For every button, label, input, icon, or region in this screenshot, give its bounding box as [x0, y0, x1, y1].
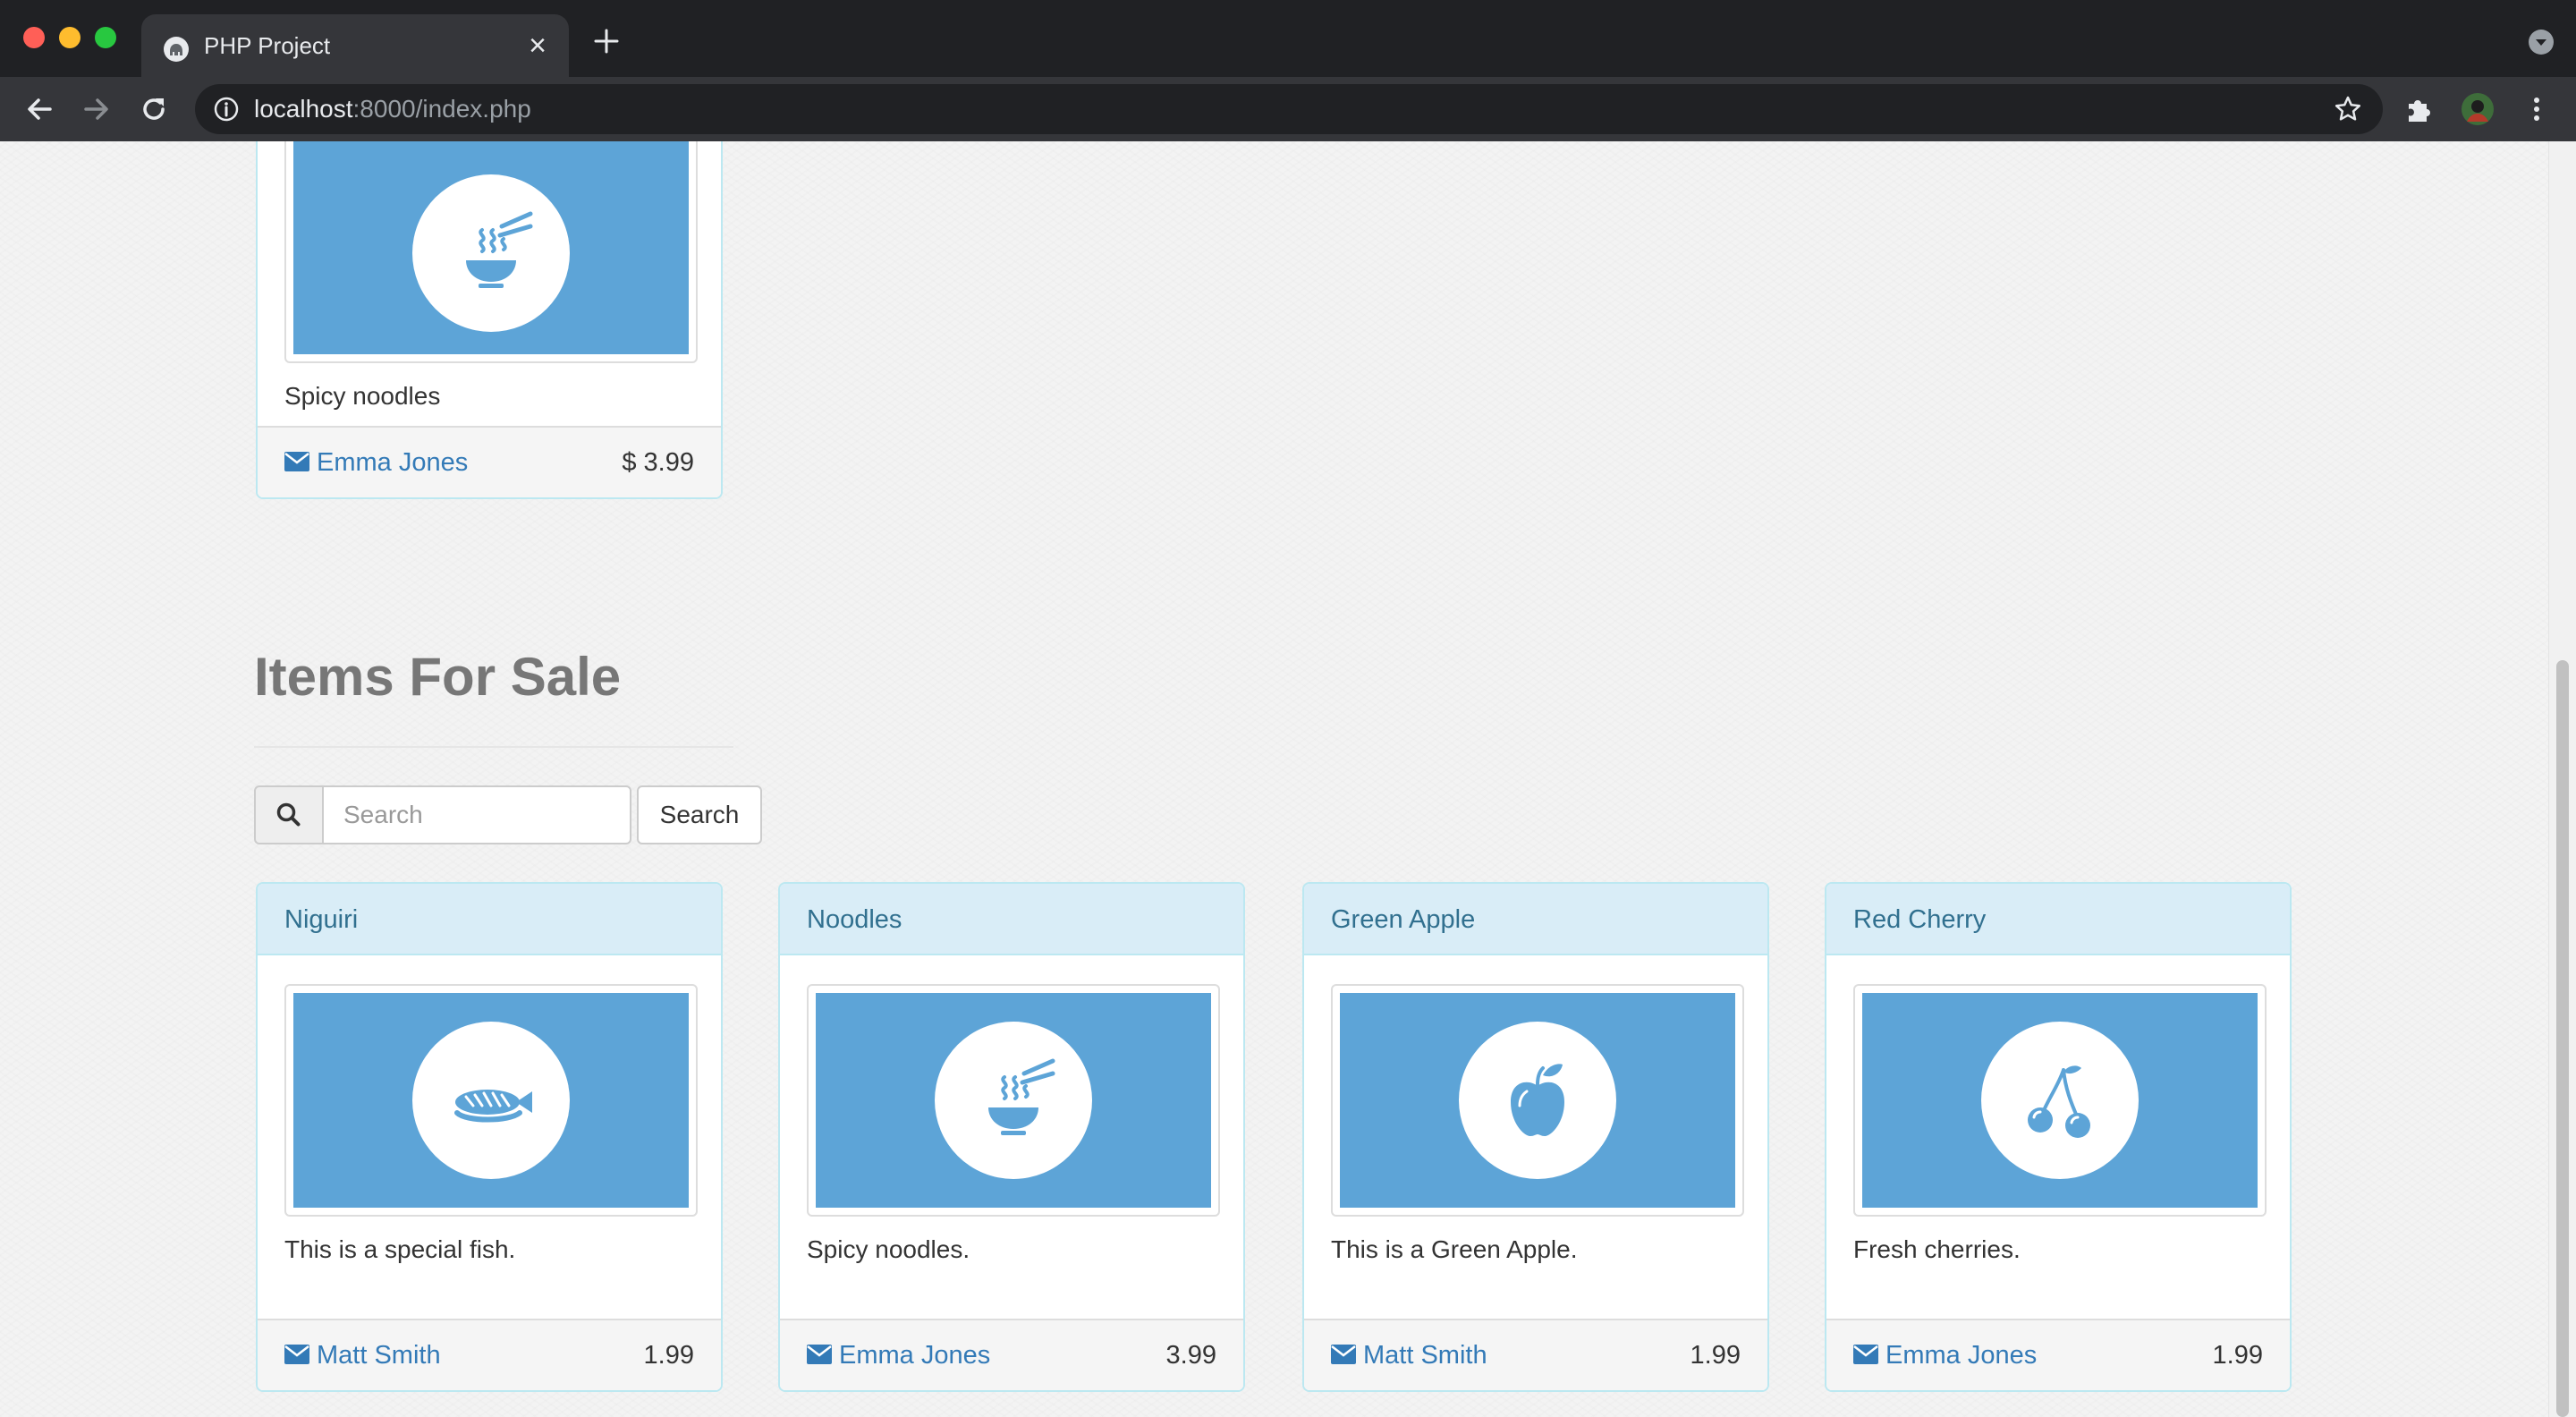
- product-price: 3.99: [1165, 1341, 1216, 1370]
- search-icon: [276, 802, 301, 827]
- seller-link[interactable]: Matt Smith: [1331, 1320, 1487, 1390]
- product-card: Green Apple This is a Green Apple. Matt …: [1302, 882, 1769, 1392]
- product-price: 1.99: [2212, 1341, 2263, 1370]
- product-description: Fresh cherries.: [1853, 1235, 2021, 1263]
- php-favicon-icon: [164, 37, 189, 62]
- section-title: Items For Sale: [254, 647, 622, 707]
- profile-avatar[interactable]: [2462, 93, 2494, 125]
- product-footer: Emma Jones 3.99: [780, 1319, 1243, 1390]
- product-thumbnail[interactable]: [807, 984, 1220, 1217]
- product-icon-circle: [1981, 1022, 2139, 1179]
- product-description: Spicy noodles: [284, 382, 441, 410]
- section-divider: [254, 746, 733, 748]
- product-image: [1340, 993, 1735, 1208]
- envelope-icon: [284, 1345, 309, 1365]
- seller-link[interactable]: Emma Jones: [1853, 1320, 2037, 1390]
- seller-name: Emma Jones: [839, 1341, 991, 1370]
- forward-icon[interactable]: [80, 93, 113, 125]
- vertical-scrollbar[interactable]: [2548, 141, 2576, 1417]
- envelope-icon: [807, 1345, 832, 1365]
- product-image: [1862, 993, 2258, 1208]
- product-card: Red Cherry Fresh cherries. Emma Jones 1.…: [1825, 882, 2292, 1392]
- close-window-button[interactable]: [23, 27, 45, 48]
- seller-link[interactable]: Emma Jones: [284, 428, 468, 497]
- site-info-icon[interactable]: [213, 96, 240, 123]
- product-icon-circle: [1459, 1022, 1616, 1179]
- tab-title: PHP Project: [204, 32, 331, 59]
- tab-close-icon[interactable]: ×: [522, 30, 553, 61]
- browser-tab[interactable]: PHP Project ×: [141, 14, 569, 77]
- product-thumbnail[interactable]: [284, 984, 698, 1217]
- tab-search-icon[interactable]: [2528, 29, 2555, 55]
- noodle-bowl-icon: [466, 211, 533, 288]
- envelope-icon: [1853, 1345, 1878, 1365]
- envelope-icon: [1331, 1345, 1356, 1365]
- seller-link[interactable]: Emma Jones: [807, 1320, 990, 1390]
- envelope-icon: [284, 452, 309, 472]
- search-input[interactable]: [322, 785, 631, 844]
- browser-toolbar: localhost:8000/index.php: [0, 77, 2576, 142]
- back-icon[interactable]: [23, 93, 55, 125]
- product-image: [816, 993, 1211, 1208]
- seller-name: Matt Smith: [1363, 1341, 1487, 1370]
- product-footer: Emma Jones 1.99: [1826, 1319, 2290, 1390]
- product-thumbnail[interactable]: [1853, 984, 2267, 1217]
- product-description: This is a Green Apple.: [1331, 1235, 1578, 1263]
- product-price: 1.99: [643, 1341, 694, 1370]
- product-thumbnail[interactable]: [1331, 984, 1744, 1217]
- product-icon-circle: [412, 174, 570, 332]
- product-card: Noodles Spicy noodles. Emma Jones 3.99: [778, 882, 1245, 1392]
- product-title[interactable]: Niguiri: [258, 884, 721, 955]
- apple-icon: [1511, 1064, 1564, 1136]
- url-path: :8000/index.php: [352, 95, 531, 123]
- page-viewport: Spicy noodles Emma Jones $ 3.99 Items Fo…: [0, 141, 2576, 1417]
- maximize-window-button[interactable]: [95, 27, 116, 48]
- browser-menu-icon[interactable]: [2521, 93, 2553, 125]
- cherry-icon: [2028, 1065, 2090, 1138]
- product-footer: Matt Smith 1.99: [1304, 1319, 1767, 1390]
- product-title[interactable]: Noodles: [780, 884, 1243, 955]
- search-button[interactable]: Search: [637, 785, 762, 844]
- product-title[interactable]: Red Cherry: [1826, 884, 2290, 955]
- product-description: Spicy noodles.: [807, 1235, 970, 1263]
- product-description: This is a special fish.: [284, 1235, 516, 1263]
- product-card: Niguiri This is a special fish. Matt Smi…: [256, 882, 723, 1392]
- fish-icon: [454, 1090, 532, 1123]
- seller-name: Emma Jones: [317, 448, 469, 477]
- product-price: $ 3.99: [622, 448, 694, 477]
- seller-name: Emma Jones: [1885, 1341, 2038, 1370]
- address-bar[interactable]: localhost:8000/index.php: [195, 84, 2383, 134]
- scrollbar-thumb[interactable]: [2556, 660, 2569, 1417]
- product-icon-circle: [412, 1022, 570, 1179]
- product-title[interactable]: Green Apple: [1304, 884, 1767, 955]
- seller-link[interactable]: Matt Smith: [284, 1320, 441, 1390]
- url-text[interactable]: localhost:8000/index.php: [254, 95, 531, 123]
- product-footer: Emma Jones $ 3.99: [258, 426, 721, 497]
- extensions-puzzle-icon[interactable]: [2402, 93, 2435, 125]
- product-price: 1.99: [1690, 1341, 1741, 1370]
- url-host: localhost: [254, 95, 353, 123]
- product-panel-top: Spicy noodles Emma Jones $ 3.99: [256, 141, 723, 499]
- bookmark-star-icon[interactable]: [2333, 94, 2363, 124]
- search-addon: [254, 785, 324, 844]
- product-footer: Matt Smith 1.99: [258, 1319, 721, 1390]
- new-tab-icon[interactable]: [590, 25, 623, 57]
- browser-tab-bar: PHP Project ×: [0, 0, 2576, 77]
- minimize-window-button[interactable]: [59, 27, 80, 48]
- noodle-bowl-icon: [988, 1058, 1055, 1135]
- reload-icon[interactable]: [138, 93, 170, 125]
- product-thumbnail[interactable]: [284, 141, 698, 363]
- product-icon-circle: [935, 1022, 1092, 1179]
- seller-name: Matt Smith: [317, 1341, 441, 1370]
- product-image: [293, 141, 689, 354]
- product-image: [293, 993, 689, 1208]
